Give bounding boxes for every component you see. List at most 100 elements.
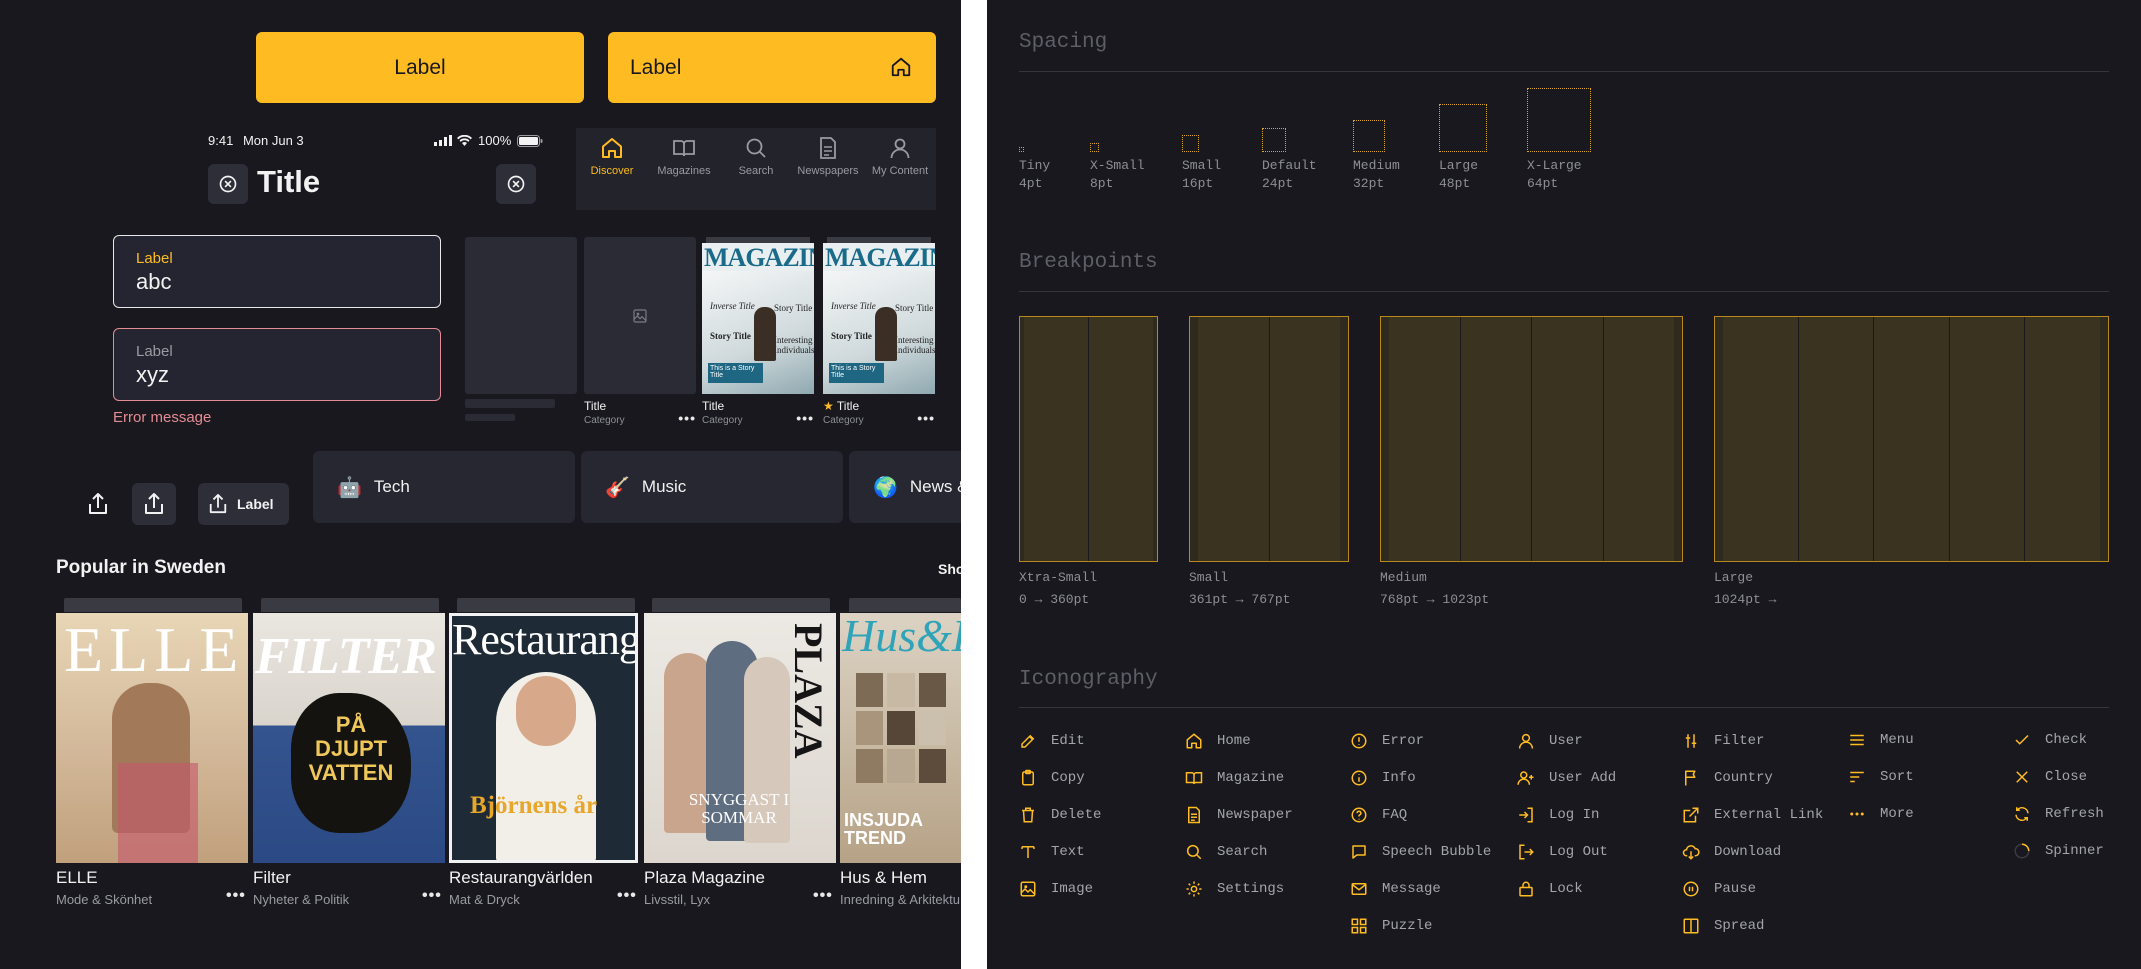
newspaper-icon	[1188, 806, 1200, 824]
icon-label: Info	[1382, 770, 1416, 786]
category-chip-music[interactable]: 🎸 Music	[581, 451, 843, 523]
cover-masthead: FILTER	[255, 628, 437, 685]
primary-button-with-icon[interactable]: Label	[608, 32, 936, 103]
section-divider	[1019, 707, 2109, 708]
cover-title: Hus & Hem	[840, 868, 927, 887]
breakpoint-name: Large	[1714, 570, 1754, 585]
more-icon[interactable]: •••	[796, 410, 814, 426]
cover-placeholder	[465, 237, 577, 394]
magazine-cover-restaurangvarlden[interactable]: Restaurang Björnens år	[449, 613, 638, 863]
download-cloud-icon	[1682, 845, 1700, 860]
more-icon[interactable]: •••	[422, 887, 442, 905]
text-icon	[1021, 846, 1035, 858]
tab-discover[interactable]: Discover	[576, 128, 648, 218]
grid-column	[1024, 317, 1089, 561]
breakpoint-medium	[1380, 316, 1683, 562]
more-icon[interactable]: •••	[813, 887, 833, 905]
magazine-card-starred[interactable]: MAGAZINE Inverse Title Story Title Story…	[823, 237, 935, 427]
category-chip-tech[interactable]: 🤖 Tech	[313, 451, 575, 523]
icon-label: Image	[1051, 881, 1094, 897]
card-category: Category	[584, 415, 625, 426]
cover-headline: INSJUDA TREND	[844, 810, 923, 848]
magazine-cover-elle[interactable]: ELLE	[56, 613, 248, 863]
icon-label: Delete	[1051, 807, 1102, 823]
more-icon[interactable]: •••	[678, 410, 696, 426]
cover-subtitle: Inredning & Arkitektu	[840, 892, 960, 907]
share-button-plain[interactable]	[76, 483, 120, 525]
icon-row-external-link: External Link	[1682, 806, 1823, 824]
icon-row-copy: Copy	[1019, 769, 1085, 787]
cover-subtitle: Nyheter & Politik	[253, 892, 350, 907]
cover-title: Restaurangvärlden	[449, 868, 593, 887]
icon-row-more: More	[1848, 805, 1914, 823]
magazine-cover: MAGAZINE Inverse Title Story Title Story…	[823, 243, 935, 394]
magazine-cover-hus-hem[interactable]: Hus&H INSJUDA TREND	[840, 613, 961, 863]
star-icon: ★	[823, 399, 834, 413]
icon-row-home: Home	[1185, 732, 1251, 750]
grid-column	[2025, 317, 2100, 561]
title-placeholder	[465, 399, 555, 408]
text-field-focused[interactable]: Label abc	[113, 235, 441, 308]
share-button-filled[interactable]	[132, 483, 176, 525]
section-divider	[1019, 291, 2109, 292]
tab-search[interactable]: Search	[720, 128, 792, 218]
icon-row-close: Close	[2013, 768, 2087, 786]
icon-row-menu: Menu	[1848, 731, 1914, 749]
cover-line: Story Title	[895, 303, 934, 313]
text-field-error[interactable]: Label xyz	[113, 328, 441, 401]
show-all-link[interactable]: Sho	[938, 561, 961, 577]
spacing-name: X-Large	[1527, 158, 1582, 173]
icon-label: Speech Bubble	[1382, 844, 1492, 860]
search-icon	[746, 138, 766, 158]
share-button-labeled[interactable]: Label	[198, 483, 289, 525]
more-icon[interactable]: •••	[917, 410, 935, 426]
cover-masthead: Restaurang	[452, 615, 638, 664]
primary-button-wide[interactable]: Label	[256, 32, 584, 103]
magazine-cover-filter[interactable]: FILTER PÅ DJUPT VATTEN	[253, 613, 445, 863]
tab-magazines[interactable]: Magazines	[648, 128, 720, 218]
cover-line: Story Title	[831, 331, 872, 341]
icon-label: External Link	[1714, 807, 1824, 823]
tab-newspapers[interactable]: Newspapers	[792, 128, 864, 218]
primary-button-label: Label	[630, 55, 682, 79]
grid-column	[1089, 317, 1153, 561]
magazine-cover-plaza[interactable]: PLAZA SNYGGAST I SOMMAR	[644, 613, 836, 863]
cover-line: Story Title	[774, 303, 813, 313]
icon-label: Log Out	[1549, 844, 1608, 860]
category-chip-news[interactable]: 🌍 News &	[849, 451, 961, 523]
icon-row-image: Image	[1019, 880, 1093, 898]
breakpoint-name: Xtra-Small	[1019, 570, 1098, 585]
field-value: abc	[136, 269, 172, 294]
close-button-secondary[interactable]	[496, 164, 536, 204]
cover-stack	[849, 598, 961, 612]
cover-line: Story Title	[710, 331, 751, 341]
spacing-value: 48pt	[1439, 176, 1471, 191]
magazine-card-loading[interactable]: Title Category •••	[584, 237, 696, 427]
icon-row-message: Message	[1350, 880, 1441, 898]
spread-icon	[1683, 918, 1699, 934]
cover-line: This is a Story Title	[708, 363, 763, 383]
spacing-value: 8pt	[1090, 176, 1114, 191]
tab-label: Discover	[590, 165, 634, 177]
more-icon[interactable]: •••	[617, 887, 637, 905]
icon-row-edit: Edit	[1019, 732, 1085, 750]
icon-label: Pause	[1714, 881, 1757, 897]
mail-icon	[1351, 883, 1367, 895]
cover-stack	[457, 598, 635, 612]
icon-label: Download	[1714, 844, 1782, 860]
magazine-card[interactable]: MAGAZINE Inverse Title Story Title Story…	[702, 237, 814, 427]
icon-row-user: User	[1517, 732, 1583, 750]
icon-label: Lock	[1549, 881, 1583, 897]
close-button[interactable]	[208, 164, 248, 204]
component-showcase-panel: Label Label 9:41 Mon Jun 3 100% Title Di…	[0, 0, 961, 969]
log-in-icon	[1519, 807, 1533, 823]
lock-icon	[1519, 881, 1533, 897]
breakpoint-range: 1024pt →	[1714, 592, 1777, 607]
tab-my-content[interactable]: My Content	[864, 128, 936, 218]
breakpoint-range: 0 → 360pt	[1019, 592, 1090, 607]
sort-icon	[1850, 771, 1864, 783]
more-icon[interactable]: •••	[226, 887, 246, 905]
card-title: Title	[584, 399, 607, 413]
filter-icon	[1685, 734, 1697, 748]
gear-icon	[1186, 881, 1202, 897]
